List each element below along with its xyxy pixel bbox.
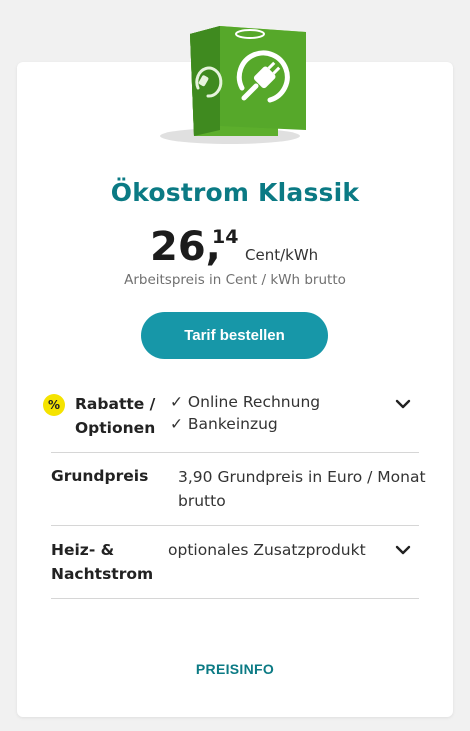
heizstrom-label-line2: Nachtstrom xyxy=(51,565,154,583)
rabatte-label-line2: Optionen xyxy=(75,419,156,437)
grundpreis-value-line2: brutto xyxy=(178,492,226,510)
chevron-down-icon[interactable] xyxy=(394,395,412,413)
preisinfo-link[interactable]: PREISINFO xyxy=(0,661,470,677)
option-bankeinzug: ✓ Bankeinzug xyxy=(170,415,278,433)
tariff-card xyxy=(17,62,453,717)
rabatte-label-line1: Rabatte / xyxy=(75,395,156,413)
grundpreis-label: Grundpreis xyxy=(51,467,149,485)
chevron-down-icon[interactable] xyxy=(394,541,412,559)
ecopower-cube-image xyxy=(158,18,318,158)
price-description: Arbeitspreis in Cent / kWh brutto xyxy=(124,272,346,288)
grundpreis-value-line1: 3,90 Grundpreis in Euro / Monat xyxy=(178,468,426,486)
heizstrom-label-line1: Heiz- & xyxy=(51,541,115,559)
price-integer: 26, xyxy=(150,224,221,270)
grundpreis-value: 3,90 Grundpreis in Euro / Monat brutto xyxy=(178,466,426,512)
percent-badge-icon: % xyxy=(43,394,65,416)
price-unit: Cent/kWh xyxy=(245,246,319,264)
price-decimals: 14 xyxy=(212,226,239,248)
divider xyxy=(51,598,419,599)
divider xyxy=(51,525,419,526)
heizstrom-label: Heiz- & Nachtstrom xyxy=(51,538,153,586)
option-online-rechnung: ✓ Online Rechnung xyxy=(170,393,321,411)
divider xyxy=(51,452,419,453)
heizstrom-value: optionales Zusatzprodukt xyxy=(168,541,366,559)
rabatte-label: Rabatte / Optionen xyxy=(75,392,155,440)
product-title: Ökostrom Klassik xyxy=(110,178,360,207)
rabatte-options: ✓ Online Rechnung ✓ Bankeinzug xyxy=(170,391,320,435)
order-tariff-button[interactable]: Tarif bestellen xyxy=(141,312,328,359)
